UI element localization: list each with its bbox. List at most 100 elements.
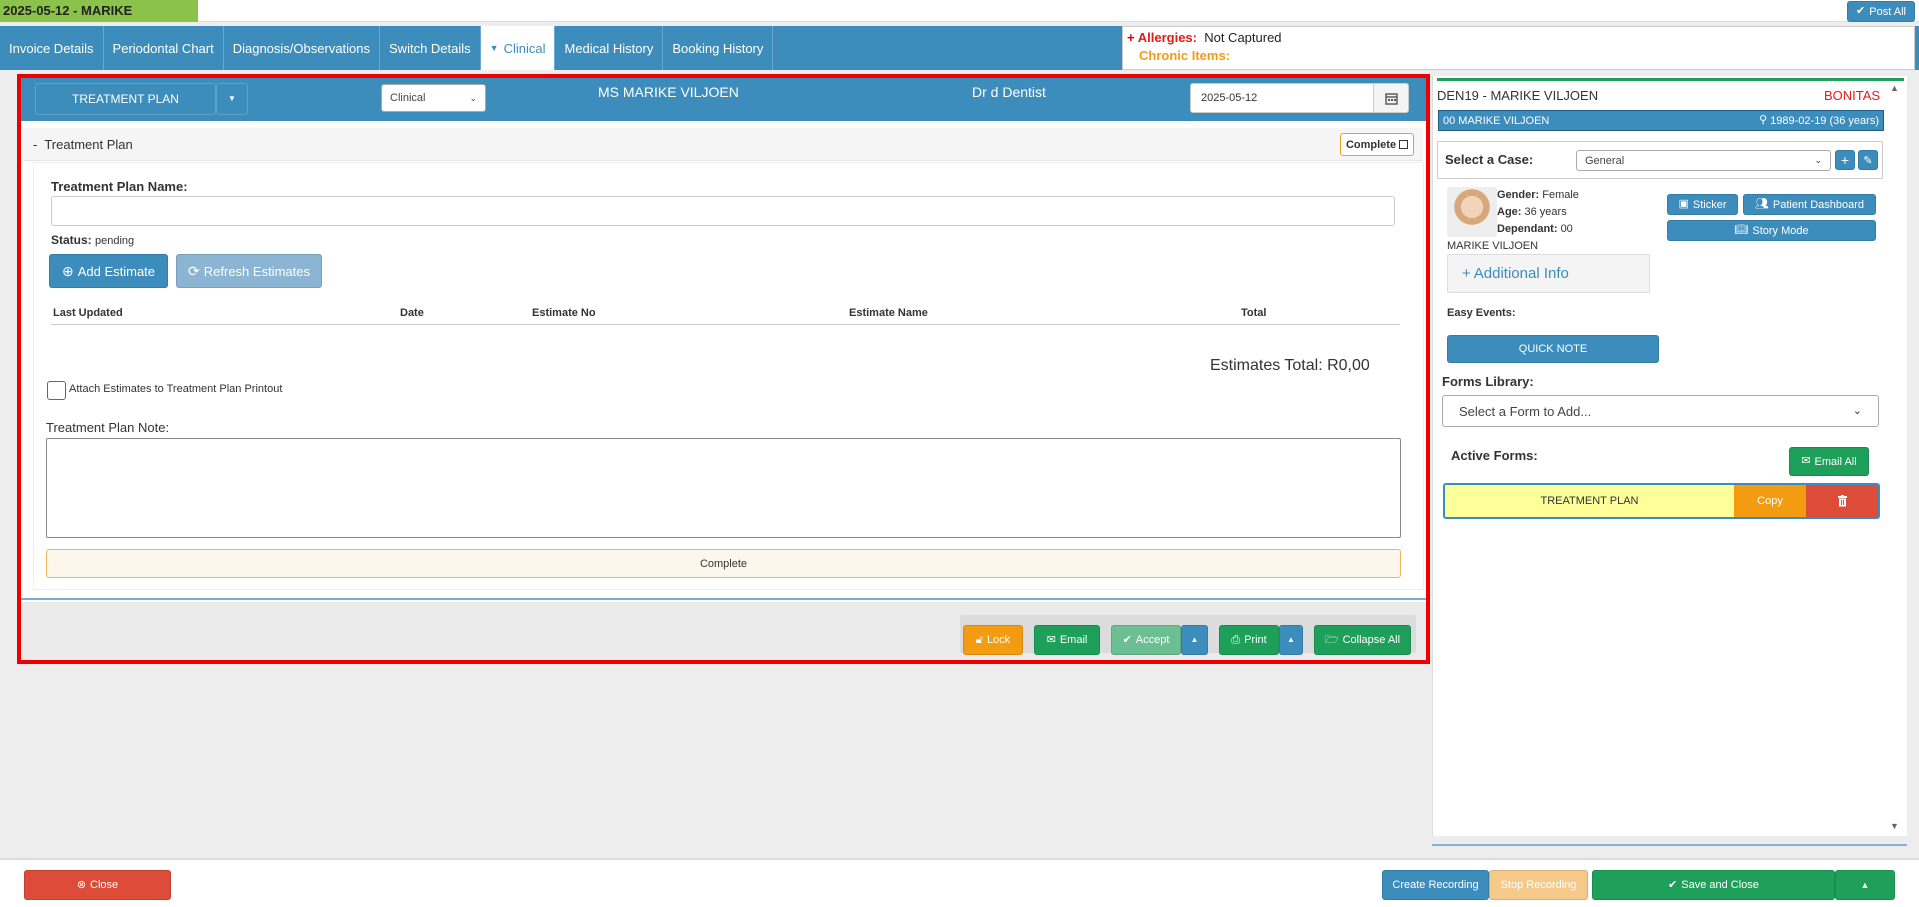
date-input[interactable]: 2025-05-12	[1190, 83, 1375, 113]
tab-switch-details[interactable]: Switch Details	[380, 26, 481, 70]
patient-dashboard-label: Patient Dashboard	[1772, 198, 1865, 211]
form-title-button[interactable]: TREATMENT PLAN	[35, 83, 216, 115]
email-button[interactable]: ✉ Email	[1034, 625, 1100, 655]
refresh-icon: ⟳	[188, 263, 200, 279]
plan-note-textarea[interactable]	[46, 438, 1401, 538]
attach-estimates-checkbox[interactable]	[47, 381, 66, 400]
email-all-button[interactable]: ✉ Email All	[1789, 447, 1869, 476]
member-bar: 00 MARIKE VILJOEN ⚲ 1989-02-19 (36 years)	[1438, 110, 1884, 131]
save-options-toggle[interactable]: ▲	[1835, 870, 1895, 900]
add-estimate-label: Add Estimate	[77, 263, 156, 279]
caret-up-icon: ▲	[1190, 635, 1199, 644]
active-form-open[interactable]: TREATMENT PLAN	[1445, 485, 1734, 517]
sticker-button[interactable]: ▣ Sticker	[1667, 194, 1738, 215]
refresh-estimates-label: Refresh Estimates	[203, 263, 310, 279]
table-header-divider	[51, 324, 1400, 325]
patient-code: DEN19 - MARIKE VILJOEN	[1437, 88, 1599, 103]
sidebar-scroll-down[interactable]: ▼	[1890, 821, 1899, 831]
refresh-estimates-button[interactable]: ⟳ Refresh Estimates	[176, 254, 322, 288]
tab-clinical-label: Clinical	[503, 40, 546, 56]
case-select[interactable]: General ⌄	[1576, 150, 1831, 171]
print-dropdown-toggle[interactable]: ▲	[1279, 625, 1303, 655]
tab-booking-history[interactable]: Booking History	[663, 26, 774, 70]
collapse-all-label: Collapse All	[1342, 634, 1401, 646]
copy-form-button[interactable]: Copy	[1734, 485, 1806, 517]
caret-down-icon: ▼	[489, 42, 499, 53]
plan-name-input[interactable]	[51, 196, 1395, 226]
book-reader-icon: 📖︎	[1734, 224, 1749, 236]
envelope-icon: ✉	[1801, 455, 1811, 467]
dependant-value: 00	[1560, 223, 1573, 235]
create-recording-button[interactable]: Create Recording	[1382, 870, 1489, 900]
edit-icon: ✎	[1863, 154, 1873, 167]
accept-button[interactable]: ✔ Accept	[1111, 625, 1181, 655]
col-total: Total	[1241, 307, 1267, 319]
caret-up-icon: ▲	[1860, 879, 1870, 890]
stop-recording-button[interactable]: Stop Recording	[1489, 870, 1588, 900]
section-header	[23, 128, 1423, 161]
active-form-row: TREATMENT PLAN Copy	[1443, 483, 1880, 519]
printer-icon: ⎙	[1231, 633, 1241, 646]
category-select-value: Clinical	[390, 92, 426, 104]
edit-case-button[interactable]: ✎	[1858, 150, 1878, 170]
forms-library-label: Forms Library:	[1442, 374, 1534, 389]
lock-button[interactable]: 🔓︎ Lock	[963, 625, 1023, 655]
tab-invoice-details[interactable]: Invoice Details	[0, 26, 104, 70]
quick-note-button[interactable]: QUICK NOTE	[1447, 335, 1659, 363]
additional-info-label: Additional Info	[1473, 265, 1569, 282]
add-case-button[interactable]: +	[1835, 150, 1855, 170]
close-label: Close	[90, 879, 119, 891]
gender-label: Gender:	[1497, 189, 1540, 201]
print-button[interactable]: ⎙ Print	[1219, 625, 1279, 655]
top-strip	[0, 0, 1919, 22]
patient-dashboard-button[interactable]: 👥︎ Patient Dashboard	[1743, 194, 1876, 215]
sticker-label: Sticker	[1692, 198, 1727, 211]
add-estimate-button[interactable]: ⊕ Add Estimate	[49, 254, 168, 288]
save-and-close-button[interactable]: ✔ Save and Close	[1592, 870, 1835, 900]
plus-icon: +	[1840, 152, 1850, 168]
sidebar-bottom-rule	[1432, 844, 1907, 846]
tab-periodontal-chart[interactable]: Periodontal Chart	[104, 26, 224, 70]
close-button[interactable]: ⊗ Close	[24, 870, 171, 900]
dependant-label: Dependant:	[1497, 223, 1558, 235]
map-pin-icon: ⚲	[1759, 114, 1768, 126]
category-select[interactable]: Clinical ⌄	[381, 84, 486, 112]
dependant-line: Dependant: 00	[1497, 223, 1573, 235]
complete-toggle[interactable]: Complete	[1340, 133, 1414, 156]
email-label: Email	[1059, 634, 1088, 646]
tab-clinical[interactable]: ▼ Clinical	[480, 26, 556, 70]
status-line: Status: pending	[51, 233, 134, 247]
additional-info-button[interactable]: + Additional Info	[1447, 254, 1650, 293]
case-select-value: General	[1585, 154, 1625, 167]
tab-medical-history[interactable]: Medical History	[555, 26, 664, 70]
tab-diagnosis-observations[interactable]: Diagnosis/Observations	[224, 26, 381, 70]
chevron-down-icon: ⌄	[469, 92, 477, 103]
close-circle-icon: ⊗	[76, 878, 87, 891]
collapse-all-button[interactable]: 🗁︎ Collapse All	[1314, 625, 1411, 655]
attach-estimates-label: Attach Estimates to Treatment Plan Print…	[69, 383, 283, 395]
member-label: 00 MARIKE VILJOEN	[1443, 114, 1550, 127]
avatar	[1447, 187, 1497, 237]
plan-note-label: Treatment Plan Note:	[46, 420, 170, 435]
story-mode-button[interactable]: 📖︎ Story Mode	[1667, 220, 1876, 241]
delete-form-button[interactable]	[1806, 485, 1878, 517]
checkbox-icon	[1399, 140, 1409, 149]
status-value: pending	[95, 235, 135, 247]
col-estimate-no: Estimate No	[532, 307, 596, 319]
gender-value: Female	[1542, 189, 1579, 201]
accept-dropdown-toggle[interactable]: ▲	[1181, 625, 1208, 655]
form-title-dropdown-toggle[interactable]: ▼	[216, 83, 248, 115]
sidebar-scroll-up[interactable]: ▲	[1890, 83, 1899, 93]
story-mode-label: Story Mode	[1752, 224, 1809, 237]
section-collapse-toggle[interactable]: - Treatment Plan	[33, 137, 133, 152]
calendar-button[interactable]	[1373, 83, 1409, 113]
form-library-select[interactable]: Select a Form to Add... ⌄	[1442, 395, 1879, 427]
dob-label: 1989-02-19 (36 years)	[1770, 114, 1879, 127]
section-title: Treatment Plan	[44, 137, 133, 152]
col-date: Date	[400, 307, 424, 319]
post-all-button[interactable]: ✔ Post All	[1847, 1, 1915, 22]
unlock-icon: 🔓︎	[975, 633, 983, 646]
complete-button[interactable]: Complete	[46, 549, 1401, 578]
caret-down-icon: ▼	[228, 94, 236, 103]
allergies-label: Allergies:	[1137, 30, 1197, 45]
